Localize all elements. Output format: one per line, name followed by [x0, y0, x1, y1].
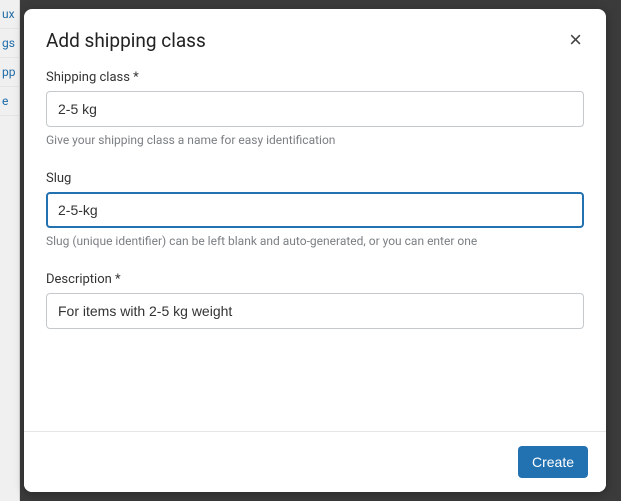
field-description: Description * — [46, 272, 584, 329]
field-shipping-class-name: Shipping class * Give your shipping clas… — [46, 70, 584, 147]
modal-title: Add shipping class — [46, 29, 206, 52]
slug-label: Slug — [46, 171, 584, 186]
field-slug: Slug Slug (unique identifier) can be lef… — [46, 171, 584, 248]
close-button[interactable]: × — [567, 29, 584, 51]
shipping-class-name-input[interactable] — [46, 91, 584, 127]
slug-help: Slug (unique identifier) can be left bla… — [46, 234, 584, 248]
description-input[interactable] — [46, 293, 584, 329]
description-label: Description * — [46, 272, 584, 287]
modal-header: Add shipping class × — [24, 9, 606, 52]
create-button[interactable]: Create — [518, 446, 588, 478]
add-shipping-class-modal: Add shipping class × Shipping class * Gi… — [24, 9, 606, 492]
modal-body: Shipping class * Give your shipping clas… — [24, 52, 606, 431]
background-sidebar-sliver: ux gs pp e — [0, 0, 20, 501]
modal-footer: Create — [24, 431, 606, 492]
shipping-class-name-help: Give your shipping class a name for easy… — [46, 133, 584, 147]
slug-input[interactable] — [46, 192, 584, 228]
shipping-class-name-label: Shipping class * — [46, 70, 584, 85]
